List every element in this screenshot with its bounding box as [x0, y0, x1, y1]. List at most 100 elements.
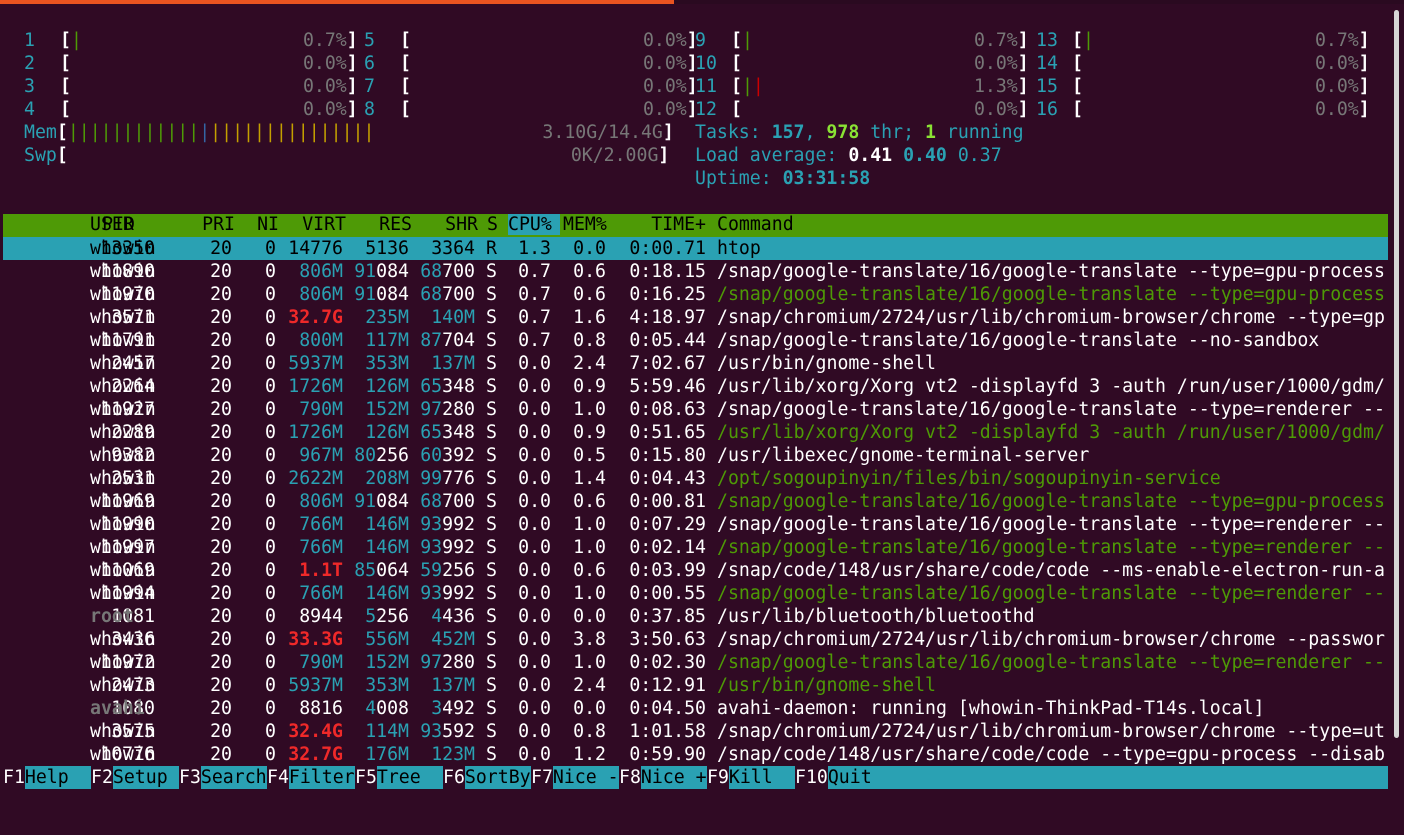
- shr-cell: 68700: [420, 284, 475, 305]
- process-row[interactable]: 2457 whowin 20 0 5937M 353M 137M S 0.0 2.4 7:02.67…: [0, 352, 1390, 375]
- load-1min: 0.41: [848, 145, 893, 166]
- state-cell: S: [486, 261, 497, 282]
- shr-cell: 93592: [420, 721, 475, 742]
- command-cell: /snap/google-translate/16/google-transla…: [717, 514, 1385, 535]
- mem-meter: Mem[|||||||||||||||||||||||||||| 3.10G/14…: [24, 122, 674, 143]
- process-row[interactable]: 11994 whowin 20 0 766M 146M 93992 S 0.0 1.0 0:00.5…: [0, 582, 1390, 605]
- user-cell: whowin: [90, 238, 156, 259]
- process-row[interactable]: 3436 whowin 20 0 33.3G 556M 452M S 0.0 3.8 3:50.63…: [0, 628, 1390, 651]
- process-row[interactable]: 1081 root 20 0 8944 5256 4436 S 0.0 0.0 0:37.85/us…: [0, 605, 1390, 628]
- fkey-label: Nice -: [552, 766, 619, 789]
- shr-cell: 60392: [420, 445, 475, 466]
- mem-cell: 0.0: [573, 606, 606, 627]
- res-cell: 353M: [365, 675, 409, 696]
- process-row[interactable]: 11990 whowin 20 0 766M 146M 93992 S 0.0 1.0 0:07.2…: [0, 513, 1390, 536]
- command-cell: /snap/google-translate/16/google-transla…: [717, 261, 1385, 282]
- shr-cell: 123M: [431, 744, 475, 765]
- fkey-quit[interactable]: F10Quit: [795, 766, 872, 789]
- process-row[interactable]: 11791 whowin 20 0 800M 117M 87704 S 0.7 0.8 0:05.4…: [0, 329, 1390, 352]
- process-row[interactable]: 9382 whowin 20 0 967M 80256 60392 S 0.0 0.5 0:15.8…: [0, 444, 1390, 467]
- active-tab-indicator[interactable]: [0, 0, 674, 4]
- shr-cell: 3364: [431, 238, 475, 259]
- fkey-number: F3: [179, 767, 201, 788]
- command-cell: /usr/lib/bluetooth/bluetoothd: [717, 606, 1035, 627]
- state-cell: S: [486, 399, 497, 420]
- process-row[interactable]: 2289 whowin 20 0 1726M 126M 65348 S 0.0 0.9 0:51.6…: [0, 421, 1390, 444]
- user-cell: whowin: [90, 514, 156, 535]
- col-ni[interactable]: NI: [243, 214, 279, 235]
- mem-cell: 0.6: [573, 491, 606, 512]
- process-row[interactable]: 1080 avahi 20 0 8816 4008 3492 S 0.0 0.0 0:04.50 av…: [0, 697, 1390, 720]
- fkey-kill[interactable]: F9Kill: [707, 766, 795, 789]
- process-row[interactable]: 11997 whowin 20 0 766M 146M 93992 S 0.0 1.0 0:02.1…: [0, 536, 1390, 559]
- process-row[interactable]: 3575 whowin 20 0 32.4G 114M 93592 S 0.0 0.8 1:01.5…: [0, 720, 1390, 743]
- pri-cell: 20: [210, 284, 232, 305]
- col-mem[interactable]: MEM%: [563, 214, 607, 235]
- mem-cell: 1.0: [573, 583, 606, 604]
- fkey-help[interactable]: F1Help: [3, 766, 91, 789]
- col-res[interactable]: RES: [353, 214, 412, 235]
- col-command[interactable]: Command: [717, 214, 794, 235]
- command-cell: /snap/google-translate/16/google-transla…: [717, 284, 1385, 305]
- time-cell: 0:59.90: [629, 744, 706, 765]
- fkey-label: Kill: [728, 766, 795, 789]
- cpu-meter-percent: 0.0%: [302, 76, 347, 97]
- col-shr[interactable]: SHR: [418, 214, 478, 235]
- mem-cell: 1.2: [573, 744, 606, 765]
- fkey-search[interactable]: F3Search: [179, 766, 267, 789]
- fkey-niceplus[interactable]: F8Nice +: [619, 766, 707, 789]
- ni-cell: 0: [265, 238, 276, 259]
- process-row[interactable]: 11069 whowin 20 0 1.1T 85064 59256 S 0.0 0.6 0:03.…: [0, 559, 1390, 582]
- col-pri[interactable]: PRI: [183, 214, 235, 235]
- process-row[interactable]: 2264 whowin 20 0 1726M 126M 65348 S 0.0 0.9 5:59.4…: [0, 375, 1390, 398]
- col-user[interactable]: USER: [90, 214, 134, 235]
- process-row[interactable]: 3571 whowin 20 0 32.7G 235M 140M S 0.7 1.6 4:18.97…: [0, 306, 1390, 329]
- res-cell: 235M: [365, 307, 409, 328]
- fkey-sortby[interactable]: F6SortBy: [443, 766, 531, 789]
- ni-cell: 0: [265, 307, 276, 328]
- fkey-niceminus[interactable]: F7Nice -: [531, 766, 619, 789]
- terminal-scrollbar[interactable]: [1394, 10, 1399, 738]
- cpu-cell: 0.0: [518, 399, 551, 420]
- pri-cell: 20: [210, 353, 232, 374]
- process-row[interactable]: 11927 whowin 20 0 790M 152M 97280 S 0.0 1.0 0:08.6…: [0, 398, 1390, 421]
- ni-cell: 0: [265, 537, 276, 558]
- shr-cell: 137M: [431, 675, 475, 696]
- pri-cell: 20: [210, 376, 232, 397]
- process-row[interactable]: 11970 whowin 20 0 806M 91084 68700 S 0.7 0.6 0:16.…: [0, 283, 1390, 306]
- fkey-number: F7: [531, 767, 553, 788]
- cpu-meter-9: 9 [| 0.7%]: [695, 30, 1029, 51]
- cpu-meter-label: 2: [24, 53, 35, 74]
- fkey-setup[interactable]: F2Setup: [91, 766, 179, 789]
- process-row[interactable]: 13350 whowin 20 0 14776 5136 3364 R 1.3 0.0 0:00.7…: [0, 237, 1390, 260]
- inactive-tab-area: [674, 0, 1404, 4]
- process-row[interactable]: 2473 whowin 20 0 5937M 353M 137M S 0.0 2.4 0:12.91…: [0, 674, 1390, 697]
- res-cell: 5256: [365, 606, 409, 627]
- command-cell: /snap/google-translate/16/google-transla…: [717, 330, 1320, 351]
- virt-cell: 967M: [299, 445, 343, 466]
- uptime-value: 03:31:58: [782, 168, 871, 189]
- col-state[interactable]: S: [487, 214, 498, 235]
- ni-cell: 0: [265, 514, 276, 535]
- process-row[interactable]: 11972 whowin 20 0 790M 152M 97280 S 0.0 1.0 0:02.3…: [0, 651, 1390, 674]
- cpu-cell: 0.0: [518, 376, 551, 397]
- mem-cell: 1.0: [573, 399, 606, 420]
- col-time[interactable]: TIME+: [623, 214, 706, 235]
- fkey-filter[interactable]: F4Filter: [267, 766, 355, 789]
- process-row[interactable]: 10776 whowin 20 0 32.7G 176M 123M S 0.0 1.2 0:59.9…: [0, 743, 1390, 766]
- col-virt[interactable]: VIRT: [283, 214, 346, 235]
- virt-cell: 766M: [299, 537, 343, 558]
- cpu-meter-14: 14[0.0%]: [1036, 53, 1370, 74]
- cpu-meter-13: 13 [| 0.7%]: [1036, 30, 1370, 51]
- time-cell: 0:12.91: [629, 675, 706, 696]
- fkey-number: F8: [619, 767, 641, 788]
- process-row[interactable]: 11890 whowin 20 0 806M 91084 68700 S 0.7 0.6 0:18.…: [0, 260, 1390, 283]
- col-cpu[interactable]: CPU%: [508, 214, 560, 235]
- process-row[interactable]: 11969 whowin 20 0 806M 91084 68700 S 0.0 0.6 0:00.…: [0, 490, 1390, 513]
- command-cell: /usr/bin/gnome-shell: [717, 353, 936, 374]
- cpu-meter-percent: 0.7%: [1314, 30, 1359, 51]
- process-row[interactable]: 2531 whowin 20 0 2622M 208M 99776 S 0.0 1.4 0:04.4…: [0, 467, 1390, 490]
- state-cell: S: [486, 307, 497, 328]
- virt-cell: 5937M: [288, 675, 343, 696]
- fkey-tree[interactable]: F5Tree: [355, 766, 443, 789]
